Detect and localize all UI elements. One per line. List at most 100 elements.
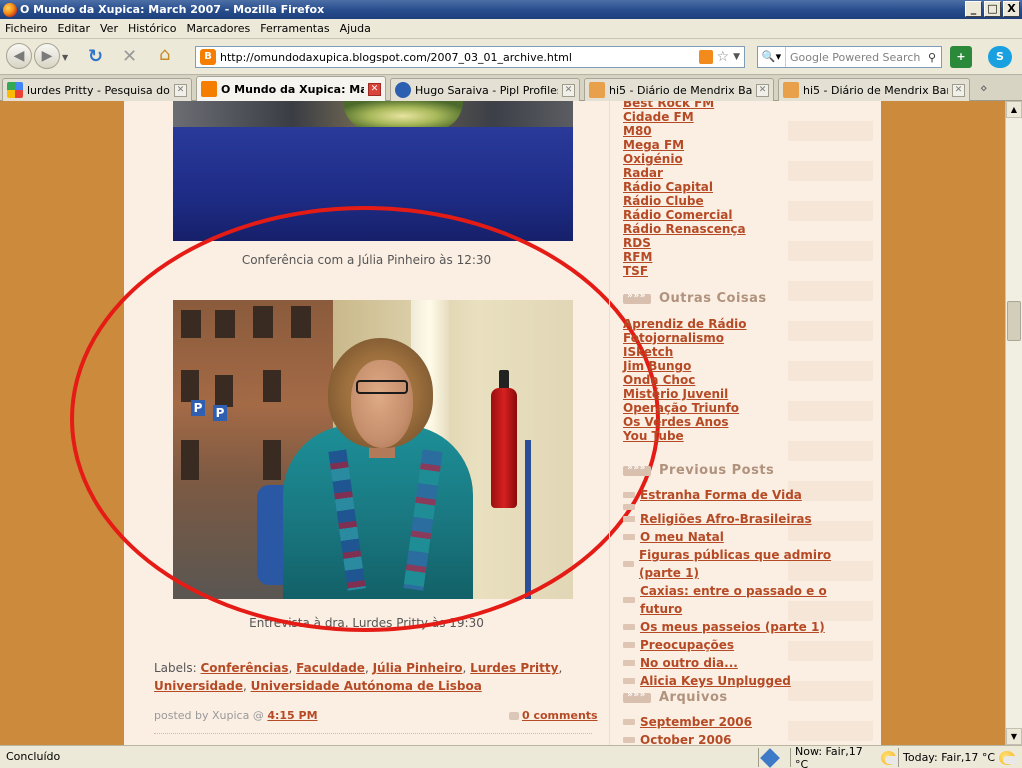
- post-time-link[interactable]: 4:15 PM: [267, 709, 317, 722]
- minimize-button[interactable]: _: [965, 1, 982, 17]
- scroll-thumb[interactable]: [1007, 301, 1021, 341]
- post-separator: [154, 733, 592, 734]
- skype-icon[interactable]: S: [988, 46, 1012, 68]
- blogger-icon: [201, 81, 217, 97]
- archive-link[interactable]: October 2006: [640, 731, 732, 745]
- url-bar[interactable]: B http://omundodaxupica.blogspot.com/200…: [195, 46, 745, 68]
- history-dropdown-icon[interactable]: ▼: [62, 53, 68, 62]
- comments-link[interactable]: 0 comments: [522, 709, 598, 722]
- sidebar-link[interactable]: Rádio Capital: [623, 180, 746, 194]
- previous-post-link[interactable]: Religiões Afro-Brasileiras: [640, 510, 812, 528]
- sidebar-link[interactable]: Oxigénio: [623, 152, 746, 166]
- sidebar: Best Rock FM Cidade FM M80 Mega FM Oxigé…: [623, 101, 873, 745]
- sidebar-link[interactable]: Rádio Renascença: [623, 222, 746, 236]
- tab-hi5-1[interactable]: hi5 - Diário de Mendrix Bar ✕: [584, 78, 774, 101]
- previous-post-link[interactable]: No outro dia...: [640, 654, 738, 672]
- maximize-button[interactable]: □: [984, 1, 1001, 17]
- menu-historico[interactable]: Histórico: [123, 22, 181, 35]
- sidebar-link[interactable]: Os Verdes Anos: [623, 415, 747, 429]
- archive-link[interactable]: September 2006: [640, 713, 752, 731]
- menu-ajuda[interactable]: Ajuda: [335, 22, 376, 35]
- posted-by-text: posted by Xupica @: [154, 709, 264, 722]
- weather-sun-icon: [880, 750, 900, 765]
- label-link-universidade[interactable]: Universidade: [154, 679, 243, 693]
- previous-post-link[interactable]: Alicia Keys Unplugged: [640, 672, 791, 690]
- network-icon[interactable]: [760, 747, 780, 768]
- search-bar[interactable]: 🔍▾ Google Powered Search ⚲: [757, 46, 942, 68]
- tab-bar: lurdes Pritty - Pesquisa do ... ✕ O Mund…: [0, 76, 1022, 101]
- sidebar-link[interactable]: Aprendiz de Rádio: [623, 317, 747, 331]
- tab-mundo-xupica[interactable]: O Mundo da Xupica: Ma... ✕: [196, 76, 386, 101]
- addon-icon[interactable]: +: [950, 46, 972, 68]
- url-text[interactable]: http://omundodaxupica.blogspot.com/2007_…: [220, 51, 699, 64]
- weather-now[interactable]: Now: Fair,17 °C: [790, 745, 900, 768]
- forward-button[interactable]: ▶: [34, 43, 60, 69]
- tab-close-icon[interactable]: ✕: [562, 83, 575, 97]
- search-input[interactable]: Google Powered Search: [786, 51, 923, 64]
- menu-ferramentas[interactable]: Ferramentas: [255, 22, 334, 35]
- sidebar-link[interactable]: Rádio Comercial: [623, 208, 746, 222]
- stop-icon[interactable]: ✕: [122, 46, 137, 67]
- tab-list-icon[interactable]: ⋄: [980, 81, 988, 95]
- sidebar-link[interactable]: Rádio Clube: [623, 194, 746, 208]
- tab-close-icon[interactable]: ✕: [174, 83, 187, 97]
- sidebar-link[interactable]: Mistério Juvenil: [623, 387, 747, 401]
- sidebar-link[interactable]: Onda Choc: [623, 373, 747, 387]
- tab-google-search[interactable]: lurdes Pritty - Pesquisa do ... ✕: [2, 78, 192, 101]
- menu-bar: Ficheiro Editar Ver Histórico Marcadores…: [0, 19, 1022, 39]
- rss-feed-icon[interactable]: [698, 50, 713, 64]
- sidebar-link[interactable]: Mega FM: [623, 138, 746, 152]
- label-link-julia-pinheiro[interactable]: Júlia Pinheiro: [373, 661, 463, 675]
- tab-close-icon[interactable]: ✕: [368, 82, 381, 96]
- sidebar-link[interactable]: RDS: [623, 236, 746, 250]
- menu-editar[interactable]: Editar: [52, 22, 95, 35]
- label-link-faculdade[interactable]: Faculdade: [296, 661, 365, 675]
- search-go-icon[interactable]: ⚲: [923, 51, 941, 64]
- previous-post-link[interactable]: Estranha Forma de Vida: [640, 486, 802, 504]
- vertical-scrollbar[interactable]: ▲ ▼: [1005, 101, 1022, 745]
- tab-hi5-2[interactable]: hi5 - Diário de Mendrix Bar ✕: [778, 78, 970, 101]
- sidebar-link[interactable]: Fotojornalismo: [623, 331, 747, 345]
- url-dropdown-icon[interactable]: ▼: [733, 52, 740, 62]
- column-divider: [609, 101, 610, 745]
- close-button[interactable]: X: [1003, 1, 1020, 17]
- reload-icon[interactable]: ↻: [88, 46, 103, 67]
- sidebar-link[interactable]: Cidade FM: [623, 110, 746, 124]
- tab-close-icon[interactable]: ✕: [756, 83, 769, 97]
- label-link-conferencias[interactable]: Conferências: [201, 661, 289, 675]
- home-icon[interactable]: ⌂: [159, 44, 170, 65]
- back-button[interactable]: ◀: [6, 43, 32, 69]
- tab-pipl[interactable]: Hugo Saraiva - Pipl Profiles ✕: [390, 78, 580, 101]
- menu-ficheiro[interactable]: Ficheiro: [0, 22, 52, 35]
- sidebar-link[interactable]: Jim Bungo: [623, 359, 747, 373]
- hi5-icon: [783, 82, 799, 98]
- previous-post-link[interactable]: Preocupações: [640, 636, 734, 654]
- previous-posts-list: Estranha Forma de Vida Religiões Afro-Br…: [623, 486, 873, 690]
- menu-ver[interactable]: Ver: [95, 22, 123, 35]
- sidebar-link[interactable]: Best Rock FM: [623, 101, 746, 110]
- window-title: O Mundo da Xupica: March 2007 - Mozilla …: [20, 3, 325, 16]
- bookmark-star-icon[interactable]: ☆: [717, 49, 730, 65]
- labels-prefix: Labels:: [154, 661, 197, 675]
- sidebar-link[interactable]: RFM: [623, 250, 746, 264]
- scroll-down-button[interactable]: ▼: [1006, 728, 1022, 745]
- sidebar-link[interactable]: Operação Triunfo: [623, 401, 747, 415]
- sidebar-link[interactable]: TSF: [623, 264, 746, 278]
- scroll-up-button[interactable]: ▲: [1006, 101, 1022, 118]
- label-link-universidade-autonoma[interactable]: Universidade Autónoma de Lisboa: [251, 679, 482, 693]
- weather-today[interactable]: Today: Fair,17 °C: [898, 748, 1020, 767]
- search-engine-icon[interactable]: 🔍▾: [758, 47, 786, 67]
- previous-post-link[interactable]: O meu Natal: [640, 528, 724, 546]
- sidebar-link[interactable]: ISketch: [623, 345, 747, 359]
- previous-post-link[interactable]: Os meus passeios (parte 1): [640, 618, 825, 636]
- previous-post-link[interactable]: Figuras públicas que admiro (parte 1): [639, 546, 873, 582]
- menu-marcadores[interactable]: Marcadores: [181, 22, 255, 35]
- previous-post-link[interactable]: Caxias: entre o passado e o futuro: [640, 582, 873, 618]
- archive-list: September 2006 October 2006: [623, 713, 752, 745]
- sidebar-link[interactable]: Radar: [623, 166, 746, 180]
- sidebar-link[interactable]: M80: [623, 124, 746, 138]
- sidebar-link[interactable]: You Tube: [623, 429, 747, 443]
- tab-close-icon[interactable]: ✕: [952, 83, 965, 97]
- heading-arrow-icon: [623, 291, 651, 304]
- label-link-lurdes-pritty[interactable]: Lurdes Pritty: [470, 661, 558, 675]
